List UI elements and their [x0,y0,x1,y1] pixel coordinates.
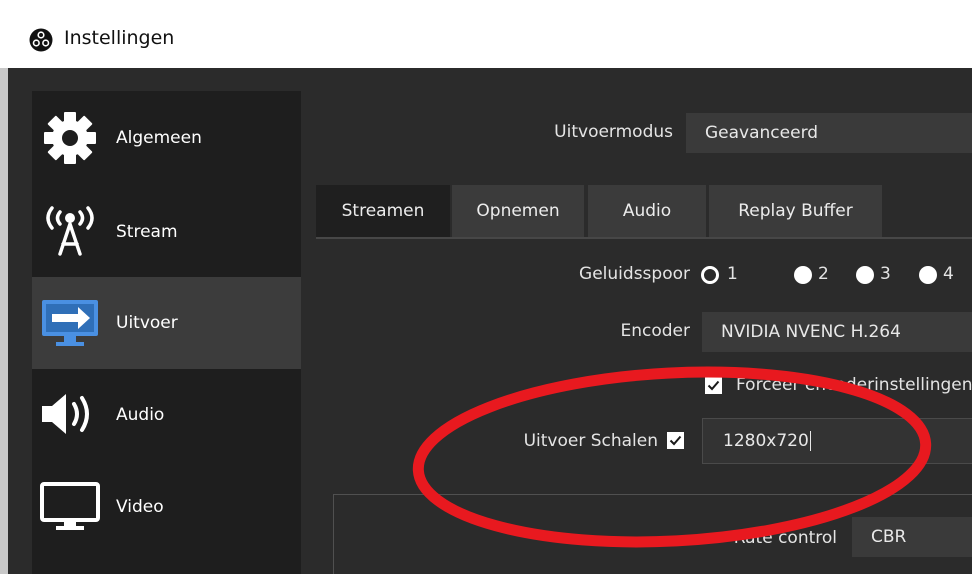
enforce-encoder-checkbox[interactable] [705,377,722,394]
enforce-encoder-label: Forceer encoderinstellingen [736,375,972,395]
tab-replay-buffer[interactable]: Replay Buffer [709,185,882,237]
output-monitor-icon [38,294,102,350]
rescale-output-checkbox[interactable] [667,432,684,449]
title-bar: Instellingen [0,0,972,68]
audio-track-option-1: 1 [727,264,738,284]
rescale-output-label: Uitvoer Schalen [523,431,658,451]
text-caret [809,431,811,451]
tab-label: Opnemen [476,201,560,221]
output-mode-label: Uitvoermodus [554,122,673,142]
tab-label: Audio [622,201,672,221]
tab-pane-border [316,237,972,239]
audio-track-radio-3[interactable] [856,266,874,284]
audio-track-radio-2[interactable] [794,266,812,284]
sidebar-label-video: Video [116,497,164,517]
sidebar-label-uitvoer: Uitvoer [116,313,178,333]
audio-track-radio-1[interactable] [701,266,719,284]
rate-control-label: Rate control [733,528,837,548]
rescale-resolution-value: 1280x720 [723,431,809,451]
audio-track-option-2: 2 [818,264,829,284]
rate-control-select[interactable]: CBR [852,517,972,557]
tab-opnemen[interactable]: Opnemen [452,185,584,237]
audio-track-option-3: 3 [880,264,891,284]
sidebar-label-audio: Audio [116,405,165,425]
window-frame-edge [0,68,8,574]
output-mode-select[interactable]: Geavanceerd [686,113,972,153]
window-title: Instellingen [64,27,175,49]
antenna-icon [38,202,102,258]
tab-label: Streamen [341,201,425,221]
speaker-icon [38,386,102,442]
audio-track-option-4: 4 [943,264,954,284]
audio-track-label: Geluidsspoor [579,264,690,284]
monitor-icon [38,478,102,534]
encoder-label: Encoder [620,321,690,341]
tab-streamen[interactable]: Streamen [316,185,450,237]
tab-label: Replay Buffer [738,201,853,221]
audio-track-radio-4[interactable] [919,266,937,284]
tab-audio[interactable]: Audio [588,185,706,237]
output-mode-value: Geavanceerd [705,123,819,143]
obs-logo-icon [29,28,53,52]
encoder-select[interactable]: NVIDIA NVENC H.264 [702,312,972,352]
encoder-value: NVIDIA NVENC H.264 [721,322,901,342]
sidebar-label-stream: Stream [116,222,178,242]
rescale-resolution-input[interactable]: 1280x720 [702,418,972,464]
rate-control-value: CBR [871,527,907,547]
sidebar-label-algemeen: Algemeen [116,128,202,148]
gear-icon [38,110,102,166]
